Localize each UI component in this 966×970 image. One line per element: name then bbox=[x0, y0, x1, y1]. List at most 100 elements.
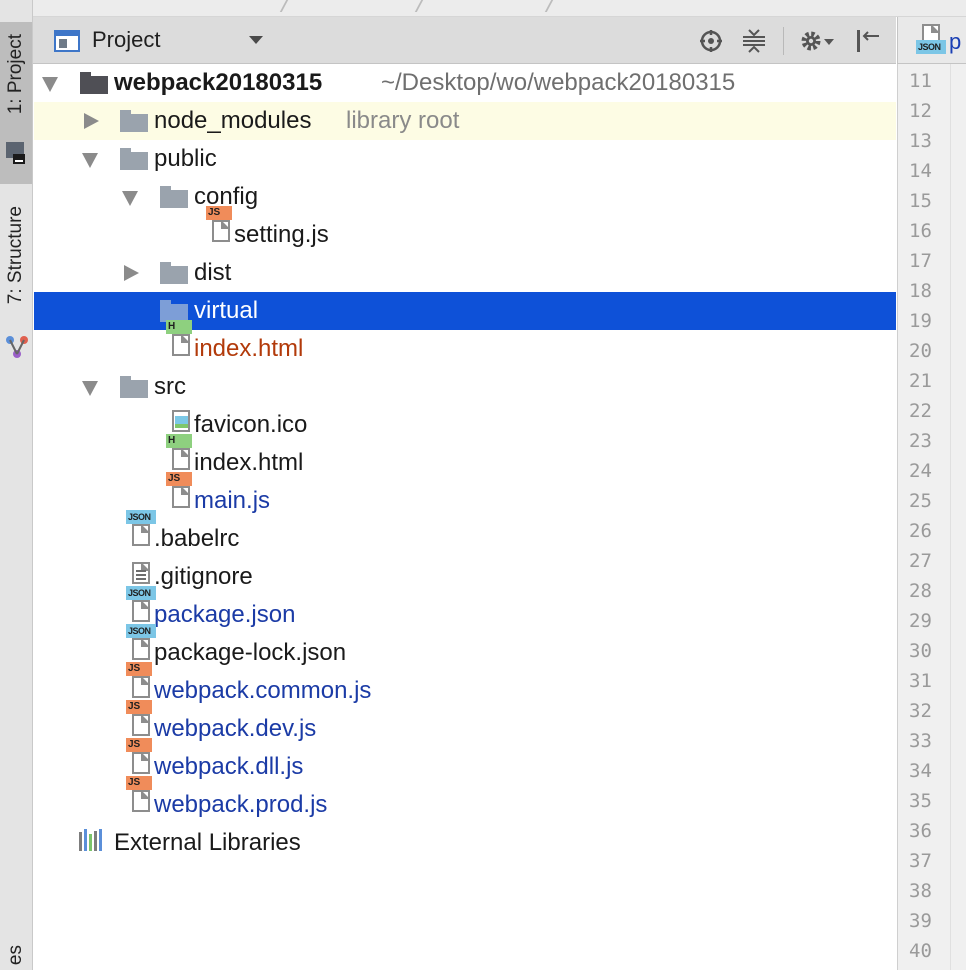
editor-tab[interactable]: JSON p bbox=[897, 17, 966, 64]
tree-item-label: index.html bbox=[194, 449, 304, 476]
line-number: 38 bbox=[909, 880, 932, 902]
chevron-down-icon[interactable] bbox=[42, 77, 58, 92]
tree-item-label: virtual bbox=[194, 297, 259, 324]
tree-item-label: webpack.dll.js bbox=[154, 753, 304, 780]
line-number: 13 bbox=[909, 130, 932, 152]
line-number: 26 bbox=[909, 520, 932, 542]
line-number: 16 bbox=[909, 220, 932, 242]
line-number: 37 bbox=[909, 850, 932, 872]
tree-item-label: favicon.ico bbox=[194, 411, 308, 438]
line-number: 22 bbox=[909, 400, 932, 422]
hide-icon[interactable] bbox=[855, 28, 881, 54]
project-toolbar: Project bbox=[33, 17, 896, 64]
line-number: 21 bbox=[909, 370, 932, 392]
line-number: 11 bbox=[909, 70, 932, 92]
line-number: 23 bbox=[909, 430, 932, 452]
tree-item-setting-js[interactable]: JS setting.js bbox=[34, 206, 896, 254]
locate-icon[interactable] bbox=[698, 28, 724, 54]
structure-icon bbox=[5, 334, 29, 365]
settings-dropdown-icon[interactable] bbox=[824, 39, 834, 45]
tree-item-public[interactable]: public bbox=[34, 140, 896, 178]
tree-item-label: webpack.prod.js bbox=[154, 791, 328, 818]
tree-item-label: .babelrc bbox=[154, 525, 240, 552]
line-number: 30 bbox=[909, 640, 932, 662]
tree-item-label: dist bbox=[194, 259, 232, 286]
root-path: ~/Desktop/wo/webpack20180315 bbox=[381, 69, 736, 96]
library-root-note: library root bbox=[346, 107, 460, 134]
library-icon bbox=[78, 828, 106, 857]
tab-divider bbox=[279, 0, 289, 12]
chevron-right-icon[interactable] bbox=[84, 113, 99, 129]
tree-item-webpack-common-js[interactable]: JS webpack.common.js bbox=[34, 662, 896, 710]
line-number: 33 bbox=[909, 730, 932, 752]
collapse-all-icon[interactable] bbox=[741, 28, 767, 54]
tree-item-label: src bbox=[154, 373, 186, 400]
project-tree: webpack20180315 ~/Desktop/wo/webpack20180… bbox=[34, 64, 896, 970]
line-number-gutter: 11 12 13 14 15 16 17 18 19 20 21 22 23 24 25 26 27 28 29 30… bbox=[897, 64, 966, 970]
tree-item-dist[interactable]: dist bbox=[34, 254, 896, 292]
tab-stub[interactable]: es bbox=[3, 945, 29, 965]
tab-divider bbox=[414, 0, 424, 12]
tree-item-favicon[interactable]: favicon.ico bbox=[34, 406, 896, 444]
line-number: 15 bbox=[909, 190, 932, 212]
editor-tab-label: p bbox=[949, 29, 962, 54]
tree-item-label: package.json bbox=[154, 601, 296, 628]
tab-divider bbox=[544, 0, 554, 12]
settings-icon[interactable] bbox=[798, 28, 824, 54]
line-number: 36 bbox=[909, 820, 932, 842]
line-number: 14 bbox=[909, 160, 932, 182]
tree-item-webpack-prod-js[interactable]: JS webpack.prod.js bbox=[34, 776, 896, 824]
json-file-icon: JSON bbox=[916, 24, 948, 54]
line-number: 27 bbox=[909, 550, 932, 572]
root-name: webpack20180315 bbox=[114, 69, 323, 96]
line-number: 32 bbox=[909, 700, 932, 722]
tree-item-package-json[interactable]: JSON package.json bbox=[34, 586, 896, 634]
folder-icon bbox=[5, 140, 27, 171]
tree-item-root[interactable]: webpack20180315 ~/Desktop/wo/webpack20180… bbox=[34, 64, 896, 102]
tree-item-label: main.js bbox=[194, 487, 271, 514]
tree-item-label: package-lock.json bbox=[154, 639, 347, 666]
tab-structure[interactable]: 7: Structure bbox=[3, 206, 29, 304]
line-number: 20 bbox=[909, 340, 932, 362]
toolbar-separator bbox=[783, 27, 784, 55]
tree-item-label: webpack.common.js bbox=[154, 677, 372, 704]
tree-item-config[interactable]: config bbox=[34, 178, 896, 216]
line-number: 28 bbox=[909, 580, 932, 602]
tree-item-virtual[interactable]: virtual bbox=[34, 292, 896, 330]
tree-item-label: node_modules bbox=[154, 107, 312, 134]
line-number: 17 bbox=[909, 250, 932, 272]
chevron-down-icon[interactable] bbox=[82, 381, 98, 396]
chevron-down-icon[interactable] bbox=[122, 191, 138, 206]
tree-item-node-modules[interactable]: node_modules library root bbox=[34, 102, 896, 140]
project-view-title[interactable]: Project bbox=[92, 27, 160, 53]
line-number: 34 bbox=[909, 760, 932, 782]
tab-project[interactable]: 1: Project bbox=[3, 34, 29, 114]
tree-item-label: setting.js bbox=[234, 221, 329, 248]
tree-item-babelrc[interactable]: JSON .babelrc bbox=[34, 510, 896, 558]
tree-item-label: public bbox=[154, 145, 217, 172]
tree-item-main-js[interactable]: JS main.js bbox=[34, 472, 896, 520]
chevron-down-icon[interactable] bbox=[249, 36, 263, 44]
chevron-down-icon[interactable] bbox=[82, 153, 98, 168]
line-number: 31 bbox=[909, 670, 932, 692]
line-number: 40 bbox=[909, 940, 932, 962]
tree-item-label: .gitignore bbox=[154, 563, 253, 590]
tree-item-index-html-src[interactable]: Hindex.html bbox=[34, 434, 896, 482]
tree-item-webpack-dll-js[interactable]: JS webpack.dll.js bbox=[34, 738, 896, 786]
line-number: 19 bbox=[909, 310, 932, 332]
tree-item-label: External Libraries bbox=[114, 829, 301, 856]
tree-item-webpack-dev-js[interactable]: JS webpack.dev.js bbox=[34, 700, 896, 748]
tree-item-gitignore[interactable]: .gitignore bbox=[34, 558, 896, 596]
tree-item-label: webpack.dev.js bbox=[154, 715, 317, 742]
tree-item-external-libraries[interactable]: External Libraries bbox=[34, 824, 896, 862]
chevron-right-icon[interactable] bbox=[124, 265, 139, 281]
line-number: 18 bbox=[909, 280, 932, 302]
tree-item-src[interactable]: src bbox=[34, 368, 896, 406]
line-number: 25 bbox=[909, 490, 932, 512]
line-number: 29 bbox=[909, 610, 932, 632]
tree-item-package-lock-json[interactable]: JSON package-lock.json bbox=[34, 624, 896, 672]
tree-item-index-html-public[interactable]: Hindex.html bbox=[34, 320, 896, 368]
tree-item-label: index.html bbox=[194, 335, 304, 362]
line-number: 12 bbox=[909, 100, 932, 122]
line-number: 39 bbox=[909, 910, 932, 932]
